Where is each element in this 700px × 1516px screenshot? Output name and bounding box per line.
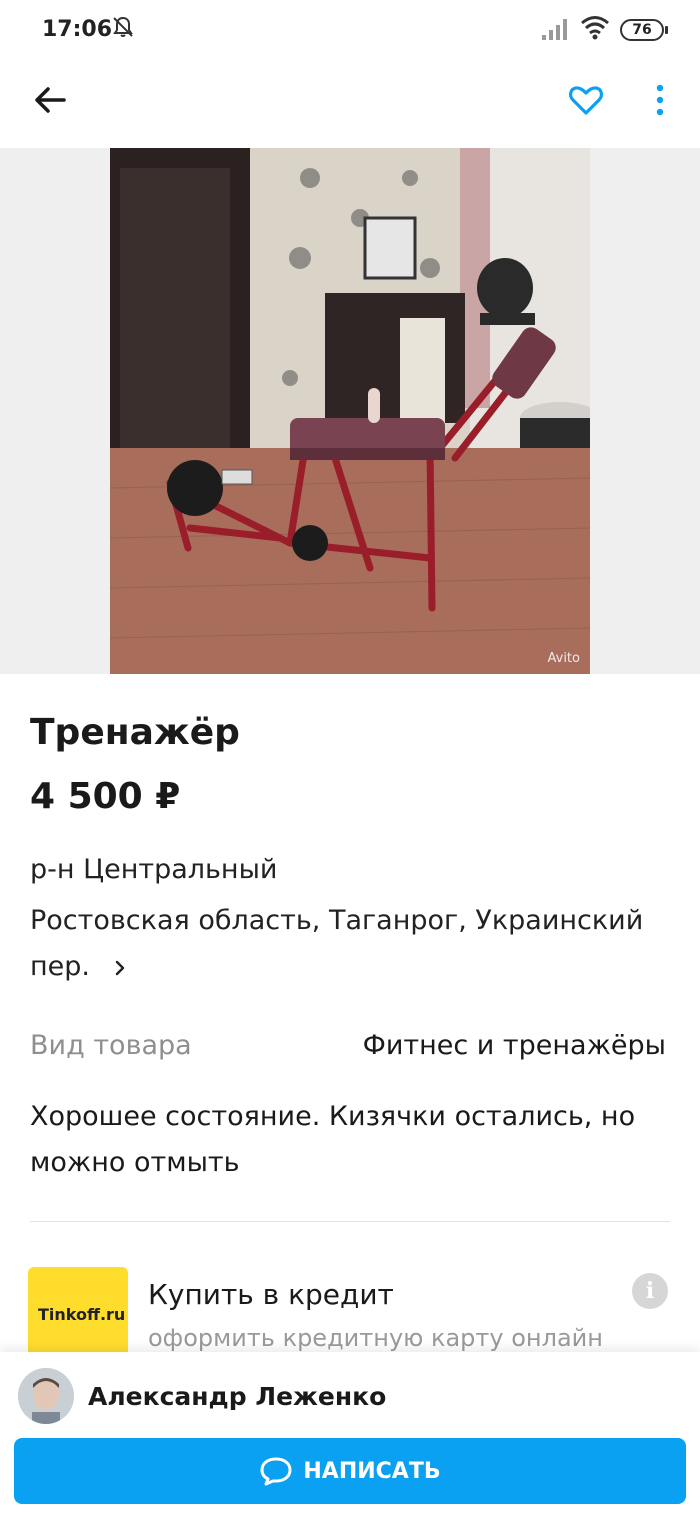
wifi-icon — [581, 16, 609, 40]
signal-icon — [542, 19, 567, 40]
divider — [30, 1221, 670, 1222]
listing-description: Хорошее состояние. Кизячки остались, но … — [30, 1101, 636, 1178]
tinkoff-logo-text: Tinkoff.ru — [38, 1305, 126, 1324]
listing-photo[interactable]: Avito — [110, 148, 590, 674]
arrow-left-icon[interactable] — [30, 80, 70, 120]
write-message-label: НАПИСАТЬ — [303, 1458, 441, 1484]
avito-watermark: Avito — [547, 651, 581, 666]
param-label: Вид товара — [30, 1030, 192, 1061]
credit-title[interactable]: Купить в кредит — [148, 1278, 394, 1311]
photo-gallery[interactable]: Avito — [0, 148, 700, 674]
heart-icon[interactable] — [566, 80, 606, 120]
seller-panel: Александр Леженко НАПИСАТЬ — [0, 1352, 700, 1516]
listing-address-link[interactable]: Ростовская область, Таганрог, Украинский… — [30, 898, 680, 990]
chevron-right-icon — [115, 960, 124, 975]
seller-name[interactable]: Александр Леженко — [88, 1382, 386, 1411]
credit-subtitle: оформить кредитную карту онлайн — [148, 1324, 603, 1352]
avatar[interactable] — [18, 1368, 74, 1424]
bell-off-icon — [113, 16, 133, 37]
info-icon[interactable]: i — [632, 1273, 668, 1309]
chat-bubble-icon — [260, 1457, 292, 1486]
listing-district: р-н Центральный — [30, 854, 278, 885]
avatar-image — [18, 1368, 74, 1424]
listing-photo-image — [110, 148, 590, 674]
param-value: Фитнес и тренажёры — [362, 1030, 666, 1061]
write-message-button[interactable]: НАПИСАТЬ — [14, 1438, 686, 1504]
status-bar: 17:06 76 — [0, 0, 700, 52]
more-vertical-icon[interactable] — [648, 80, 672, 120]
listing-price: 4 500 ₽ — [30, 776, 181, 817]
status-time: 17:06 — [42, 17, 113, 42]
listing-title: Тренажёр — [30, 712, 240, 753]
app-bar — [0, 52, 700, 148]
battery-indicator: 76 — [620, 19, 668, 41]
